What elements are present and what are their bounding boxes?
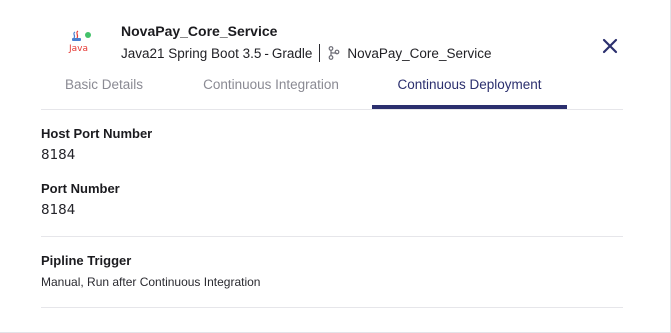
java-logo-text: Java [69, 44, 89, 54]
tab-continuous-integration[interactable]: Continuous Integration [186, 70, 356, 106]
tab-continuous-deployment[interactable]: Continuous Deployment [372, 70, 567, 109]
pipeline-trigger-value: Manual, Run after Continuous Integration [41, 275, 261, 289]
meta-divider [319, 44, 321, 62]
java-logo-icon: Java [66, 30, 94, 56]
tech-stack: Java21 Spring Boot 3.5 [121, 45, 262, 61]
section-divider [41, 236, 623, 237]
detail-tabs: Basic Details Continuous Integration Con… [41, 70, 623, 110]
port-label: Port Number [41, 181, 120, 196]
app-details-panel: Java NovaPay_Core_Service Java21 Spring … [0, 0, 671, 333]
stack-separator: - [264, 45, 269, 61]
repo-name: NovaPay_Core_Service [347, 45, 492, 61]
app-header: Java NovaPay_Core_Service Java21 Spring … [0, 0, 670, 70]
build-tool: Gradle [271, 45, 313, 61]
tab-basic-details[interactable]: Basic Details [41, 70, 167, 106]
git-branch-icon [328, 46, 340, 60]
app-name: NovaPay_Core_Service [121, 23, 278, 39]
host-port-value: 8184 [41, 147, 76, 163]
port-value: 8184 [41, 202, 76, 218]
app-meta-row: Java21 Spring Boot 3.5 - Gradle NovaPay_… [121, 44, 491, 62]
close-button[interactable] [601, 37, 619, 55]
host-port-label: Host Port Number [41, 126, 153, 141]
section-divider-bottom [41, 307, 623, 308]
close-icon [602, 38, 618, 54]
pipeline-trigger-label: Pipline Trigger [41, 253, 132, 268]
